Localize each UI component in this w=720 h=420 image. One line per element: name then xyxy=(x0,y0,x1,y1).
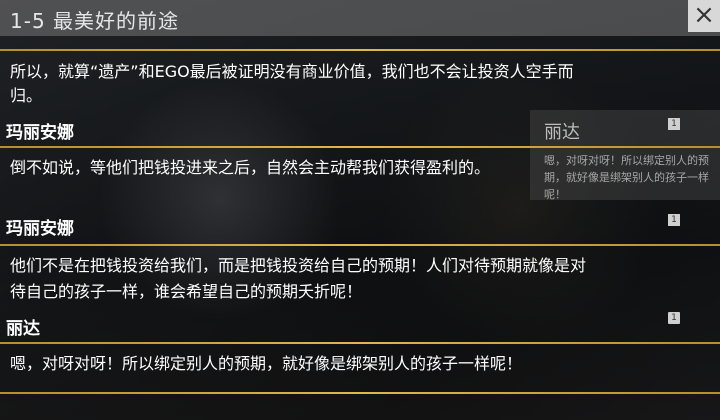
divider-line xyxy=(0,146,720,148)
divider-line xyxy=(0,244,720,246)
side-card-text: 嗯，对呀对呀！所以绑定别人的预期，就好像是绑架别人的孩子一样呢！ xyxy=(544,154,709,201)
side-card-speaker: 丽达 xyxy=(544,122,580,143)
speaker-name: 玛丽安娜 xyxy=(6,219,74,239)
dialogue-line: 他们不是在把钱投资给我们，而是把钱投资给自己的预期！人们对待预期就像是对 xyxy=(10,256,587,275)
side-card: 丽达 1 嗯，对呀对呀！所以绑定别人的预期，就好像是绑架别人的孩子一样呢！ xyxy=(530,110,720,201)
dialogue-line: 待自己的孩子一样，谁会希望自己的预期夭折呢！ xyxy=(10,282,363,301)
speaker-name: 丽达 xyxy=(6,319,40,339)
line-count-badge: 1 xyxy=(668,214,680,226)
speaker-name: 玛丽安娜 xyxy=(6,123,74,143)
dialogue-line: 所以，就算“遗产”和EGO最后被证明没有商业价值，我们也不会让投资人空手而 xyxy=(10,62,574,81)
divider-line xyxy=(0,392,720,394)
chapter-title: 1-5 最美好的前途 xyxy=(10,9,180,33)
line-count-badge: 1 xyxy=(668,118,680,130)
close-icon: × xyxy=(693,0,715,30)
dialogue-line: 倒不如说，等他们把钱投进来之后，自然会主动帮我们获得盈利的。 xyxy=(10,158,491,177)
close-button[interactable]: × xyxy=(688,0,720,32)
title-bar: 1-5 最美好的前途 × xyxy=(0,0,720,36)
divider-line xyxy=(0,342,720,344)
dialogue-line: 归。 xyxy=(10,86,43,105)
line-count-badge: 1 xyxy=(668,312,680,324)
dialogue-line: 嗯，对呀对呀！所以绑定别人的预期，就好像是绑架别人的孩子一样呢！ xyxy=(10,354,523,373)
divider-line xyxy=(0,49,720,51)
